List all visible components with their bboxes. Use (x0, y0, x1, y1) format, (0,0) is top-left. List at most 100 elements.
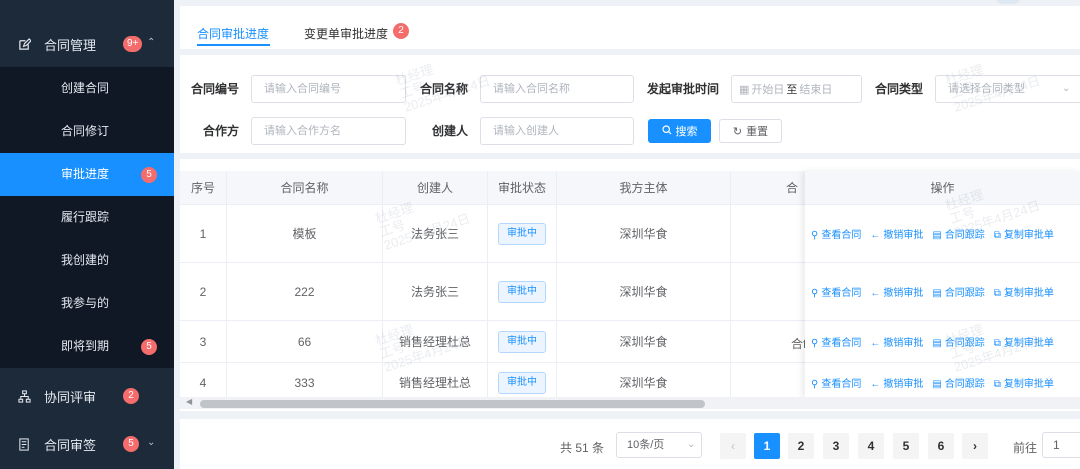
op-label: 撤销审批 (883, 379, 924, 390)
sidebar-item-label: 创建合同 (61, 81, 110, 95)
start-date-placeholder: 开始日 (751, 84, 785, 96)
search-button[interactable]: 搜索 (648, 119, 711, 143)
op-label: 撤销审批 (883, 338, 924, 349)
op-label: 合同跟踪 (944, 230, 985, 241)
op-label: 合同跟踪 (944, 338, 985, 349)
status-badge: 审批中 (498, 371, 546, 394)
reset-button[interactable]: ↻ 重置 (719, 119, 782, 143)
cell-status: 审批中 (488, 263, 557, 320)
cell-creator: 法务张三 (383, 263, 488, 320)
scroll-left-icon[interactable]: ◀ (186, 397, 192, 406)
document-icon: ▤ (932, 230, 942, 241)
document-icon: ▤ (932, 338, 942, 349)
track-contract-link[interactable]: ▤ 合同跟踪 (932, 226, 984, 241)
copy-approval-link[interactable]: ⧉ 复制审批单 (994, 284, 1054, 299)
sidebar: 合同管理 9+ ⌃ 创建合同 合同修订 审批进度 5 履行跟踪 我创建的 我参与的… (0, 0, 174, 469)
view-contract-link[interactable]: ⚲ 查看合同 (811, 284, 861, 299)
page-size-select[interactable]: 10条/页 ⌄ (616, 432, 702, 458)
sidebar-item-label: 审批进度 (61, 167, 110, 181)
op-label: 查看合同 (821, 338, 862, 349)
cell-index: 1 (180, 205, 227, 262)
col-index: 序号 (180, 171, 227, 205)
copy-icon: ⧉ (993, 288, 1001, 299)
contract-name-input[interactable] (480, 75, 634, 103)
page-button-3[interactable]: 3 (823, 433, 849, 459)
menu-contract-management[interactable]: 合同管理 9+ ⌃ (0, 21, 174, 67)
contract-name-label: 合同名称 (420, 82, 469, 96)
cell-index: 3 (180, 321, 227, 362)
chevron-down-icon: ⌄ (687, 439, 696, 450)
copy-approval-link[interactable]: ⧉ 复制审批单 (994, 334, 1054, 349)
view-contract-link[interactable]: ⚲ 查看合同 (811, 375, 861, 390)
search-icon: ⚲ (811, 230, 819, 241)
track-contract-link[interactable]: ▤ 合同跟踪 (932, 284, 984, 299)
track-contract-link[interactable]: ▤ 合同跟踪 (932, 334, 984, 349)
sidebar-item-label: 合同修订 (61, 124, 110, 138)
arrow-left-icon: ← (870, 230, 881, 241)
menu-collab-review[interactable]: 协同评审 2 (0, 373, 174, 419)
menu-contract-sign[interactable]: 合同审签 5 ⌄ (0, 421, 174, 467)
creator-label: 创建人 (432, 124, 469, 138)
partner-label: 合作方 (203, 124, 240, 138)
sidebar-item-label: 我参与的 (61, 296, 110, 310)
revoke-approval-link[interactable]: ← 撤销审批 (870, 375, 923, 390)
copy-icon: ⧉ (993, 379, 1001, 390)
document-icon: ▤ (932, 379, 942, 390)
date-separator: 至 (786, 84, 798, 96)
search-icon: ⚲ (811, 338, 819, 349)
sidebar-item-performance-tracking[interactable]: 履行跟踪 (0, 196, 174, 239)
prev-page-button[interactable]: ‹ (720, 433, 746, 459)
view-contract-link[interactable]: ⚲ 查看合同 (811, 334, 861, 349)
cell-status: 审批中 (488, 205, 557, 262)
page-button-6[interactable]: 6 (928, 433, 954, 459)
search-icon: ⚲ (811, 288, 819, 299)
search-icon (661, 124, 672, 138)
op-label: 复制审批单 (1003, 288, 1054, 299)
page-button-5[interactable]: 5 (893, 433, 919, 459)
page-button-4[interactable]: 4 (858, 433, 884, 459)
revoke-approval-link[interactable]: ← 撤销审批 (870, 226, 923, 241)
op-label: 撤销审批 (883, 288, 924, 299)
horizontal-scrollbar[interactable]: ◀ (180, 397, 1080, 409)
sidebar-item-created-by-me[interactable]: 我创建的 (0, 239, 174, 282)
sidebar-item-approval-progress[interactable]: 审批进度 5 (0, 153, 174, 196)
scrollbar-thumb[interactable] (200, 400, 705, 408)
pagination: 共 51 条 10条/页 ⌄ ‹ 1 2 3 4 5 6 › 前往 (180, 419, 1080, 469)
partner-input[interactable] (251, 117, 406, 145)
sidebar-item-create-contract[interactable]: 创建合同 (0, 67, 174, 110)
calendar-icon: ▦ (739, 83, 750, 96)
copy-approval-link[interactable]: ⧉ 复制审批单 (994, 375, 1054, 390)
status-badge: 审批中 (498, 280, 546, 303)
view-contract-link[interactable]: ⚲ 查看合同 (811, 226, 861, 241)
track-contract-link[interactable]: ▤ 合同跟踪 (932, 375, 984, 390)
operations-column: 操作 ⚲ 查看合同 ← 撤销审批 ▤ 合同跟踪 ⧉ 复制审批单 ⚲ 查看合同 ← 撤销审批 … (805, 171, 1080, 403)
tab-change-approval-progress[interactable]: 变更单审批进度 (304, 25, 388, 42)
search-icon: ⚲ (811, 379, 819, 390)
menu-contract-management-badge: 9+ (123, 36, 143, 52)
cell-entity: 深圳华食 (557, 263, 731, 320)
creator-input[interactable] (480, 117, 634, 145)
sidebar-item-contract-revision[interactable]: 合同修订 (0, 110, 174, 153)
next-page-button[interactable]: › (962, 433, 988, 459)
copy-approval-link[interactable]: ⧉ 复制审批单 (994, 226, 1054, 241)
sidebar-item-expiring-soon[interactable]: 即将到期 5 (0, 325, 174, 368)
tab-change-approval-badge: 2 (393, 23, 409, 39)
operations-row: ⚲ 查看合同 ← 撤销审批 ▤ 合同跟踪 ⧉ 复制审批单 (805, 205, 1080, 263)
page-button-1[interactable]: 1 (754, 433, 780, 459)
goto-page-input[interactable] (1042, 432, 1080, 458)
contract-type-select[interactable]: 请选择合同类型 ⌄ (935, 75, 1080, 103)
revoke-approval-link[interactable]: ← 撤销审批 (870, 284, 923, 299)
revoke-approval-link[interactable]: ← 撤销审批 (870, 334, 923, 349)
approval-date-range[interactable]: ▦ 开始日 至 结束日 (731, 75, 862, 103)
page-button-2[interactable]: 2 (788, 433, 814, 459)
menu-collab-review-badge: 2 (123, 388, 139, 404)
tab-active-indicator (197, 44, 270, 46)
sidebar-item-participated[interactable]: 我参与的 (0, 282, 174, 325)
cell-index: 2 (180, 263, 227, 320)
op-label: 复制审批单 (1003, 338, 1054, 349)
top-right-avatar-edge (995, 0, 1021, 4)
contract-no-input[interactable] (251, 75, 406, 103)
pagination-total: 共 51 条 (560, 441, 605, 455)
contract-type-label: 合同类型 (875, 82, 924, 96)
tab-contract-approval-progress[interactable]: 合同审批进度 (197, 25, 269, 42)
